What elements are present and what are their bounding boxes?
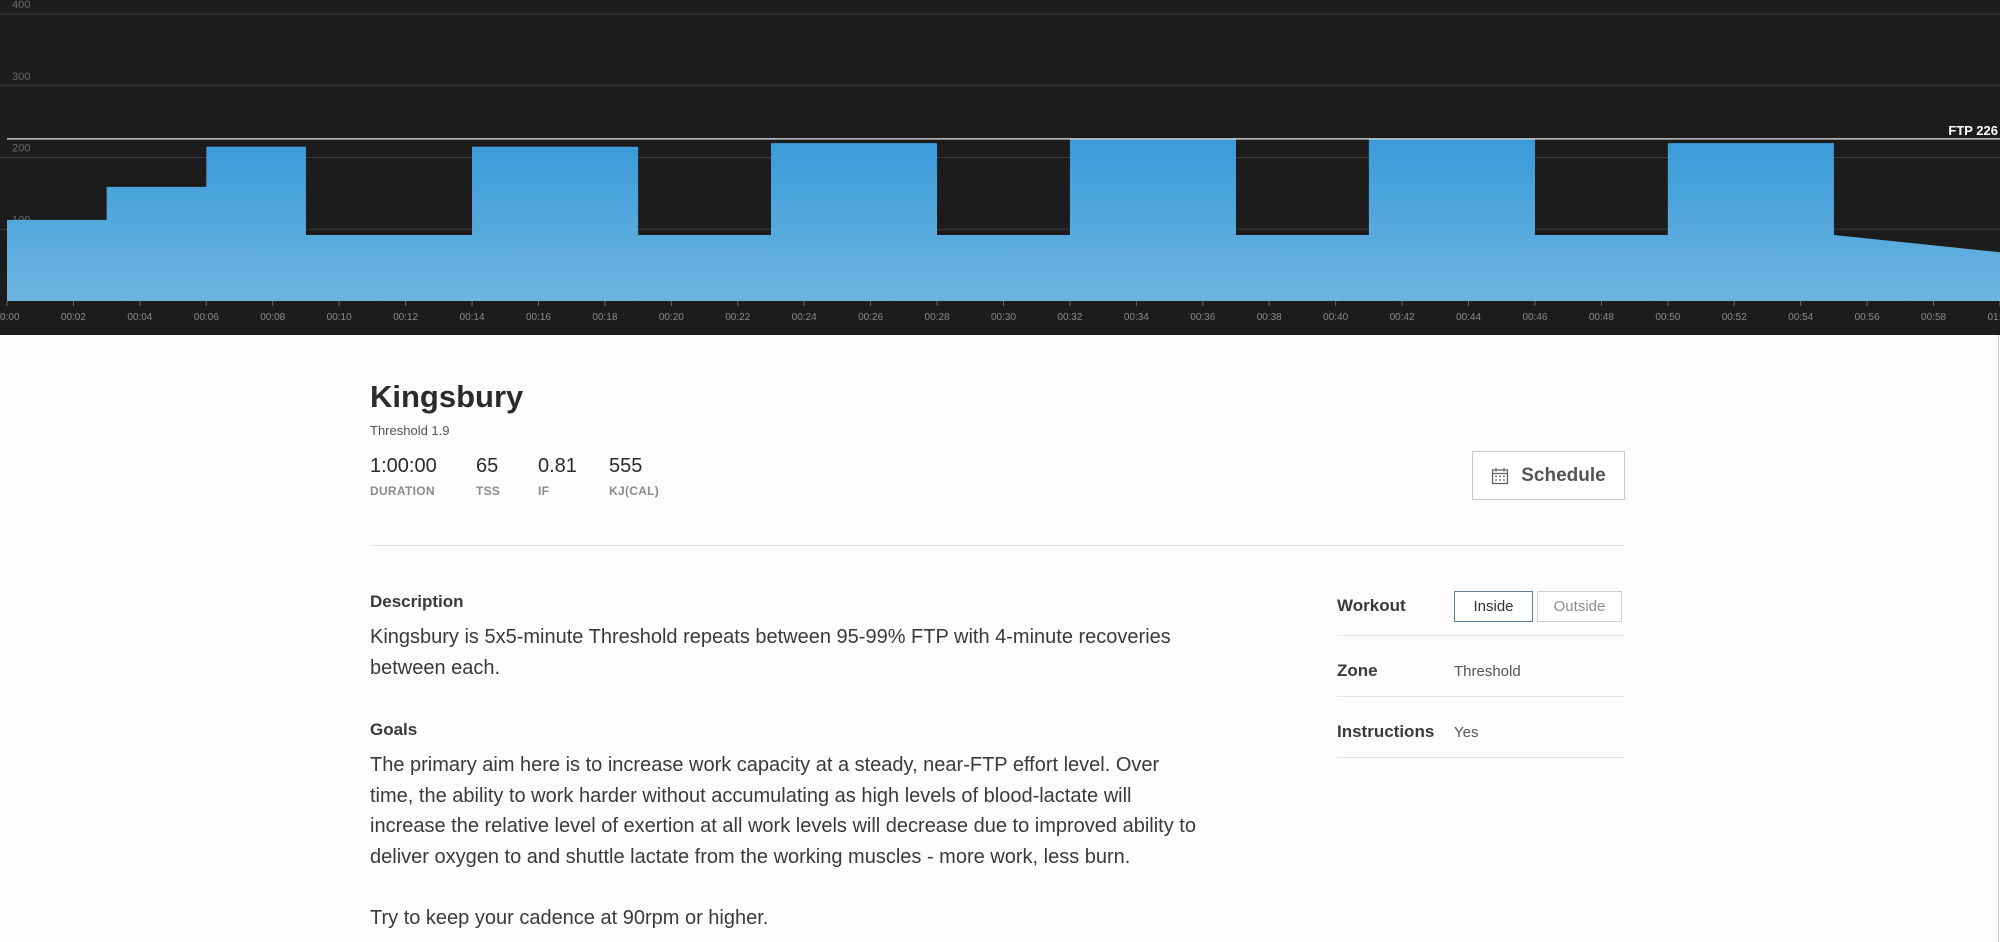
x-tick-label: 00:14	[460, 312, 485, 323]
inside-toggle-button[interactable]: Inside	[1454, 591, 1533, 622]
x-tick-label: 00:12	[393, 312, 418, 323]
x-tick-label: 00:28	[925, 312, 950, 323]
calendar-icon	[1492, 467, 1509, 484]
x-tick-label: 00:02	[61, 312, 86, 323]
stat-kj: 555 KJ(CAL)	[609, 455, 659, 498]
goals-heading: Goals	[370, 720, 418, 739]
zone-label: Zone	[1337, 661, 1378, 680]
x-tick-label: 00:58	[1921, 312, 1946, 323]
section-divider	[370, 545, 1625, 546]
instructions-value: Yes	[1454, 724, 1479, 741]
x-tick-label: 00:50	[1655, 312, 1680, 323]
stat-label: DURATION	[370, 484, 435, 498]
x-tick-label: 00:56	[1855, 312, 1880, 323]
x-tick-label: 00:08	[260, 312, 285, 323]
side-row-workout: Workout Inside Outside	[1337, 575, 1625, 636]
instructions-label: Instructions	[1337, 722, 1435, 741]
x-tick-label: 00:22	[725, 312, 750, 323]
x-tick-label: 00:40	[1323, 312, 1348, 323]
y-tick-label: 200	[12, 143, 30, 155]
side-row-instructions: Instructions Yes	[1337, 697, 1625, 758]
page-edge-divider	[1998, 335, 1999, 942]
stat-label: KJ(CAL)	[609, 484, 660, 498]
x-tick-label: 00:10	[327, 312, 352, 323]
description-heading: Description	[370, 592, 464, 611]
stat-tss: 65 TSS	[476, 455, 500, 498]
schedule-button[interactable]: Schedule	[1472, 451, 1625, 500]
x-tick-label: 00:26	[858, 312, 883, 323]
stat-value: 1:00:00	[370, 455, 437, 477]
workout-label: Workout	[1337, 596, 1406, 615]
stat-value: 555	[609, 455, 643, 477]
side-row-zone: Zone Threshold	[1337, 636, 1625, 697]
description-text: Kingsbury is 5x5-minute Threshold repeat…	[370, 626, 1171, 679]
stat-label: IF	[538, 484, 550, 498]
stat-duration: 1:00:00 DURATION	[370, 455, 437, 498]
x-tick-label: 00:16	[526, 312, 551, 323]
x-tick-label: 01:00	[1987, 312, 2000, 323]
x-tick-label: 00:46	[1522, 312, 1547, 323]
x-tick-label: 00:52	[1722, 312, 1747, 323]
stat-value: 65	[476, 455, 499, 477]
x-tick-label: 00:44	[1456, 312, 1481, 323]
x-tick-label: 00:38	[1257, 312, 1282, 323]
power-area-series	[7, 138, 2000, 301]
x-tick-label: 00:48	[1589, 312, 1614, 323]
x-tick-label: 00:06	[194, 312, 219, 323]
schedule-button-label: Schedule	[1521, 464, 1606, 486]
x-tick-label: 00:42	[1390, 312, 1415, 323]
workout-title: Kingsbury	[370, 379, 524, 414]
y-tick-label: 300	[12, 71, 30, 83]
x-tick-label: 00:24	[792, 312, 817, 323]
stat-value: 0.81	[538, 455, 577, 477]
x-tick-label: 00:30	[991, 312, 1016, 323]
ftp-label: FTP 226	[1948, 123, 1998, 138]
y-tick-label: 400	[12, 0, 30, 11]
workout-power-chart: 100200300400 FTP 226 00:0000:0200:0400:0…	[0, 0, 2000, 335]
x-tick-label: 00:54	[1788, 312, 1813, 323]
stat-label: TSS	[476, 484, 501, 498]
x-tick-label: 00:20	[659, 312, 684, 323]
workout-subtitle: Threshold 1.9	[370, 423, 450, 438]
goals-text: The primary aim here is to increase work…	[370, 754, 1196, 868]
x-tick-label: 00:18	[592, 312, 617, 323]
stat-if: 0.81 IF	[538, 455, 577, 498]
x-tick-label: 00:04	[127, 312, 152, 323]
zone-value: Threshold	[1454, 663, 1521, 680]
power-chart-svg: 100200300400 FTP 226 00:0000:0200:0400:0…	[0, 0, 2000, 323]
x-tick-label: 00:32	[1057, 312, 1082, 323]
outside-toggle-button[interactable]: Outside	[1537, 591, 1622, 622]
x-tick-label: 00:00	[0, 312, 20, 323]
x-tick-label: 00:34	[1124, 312, 1149, 323]
x-tick-label: 00:36	[1190, 312, 1215, 323]
cadence-text: Try to keep your cadence at 90rpm or hig…	[370, 907, 769, 929]
